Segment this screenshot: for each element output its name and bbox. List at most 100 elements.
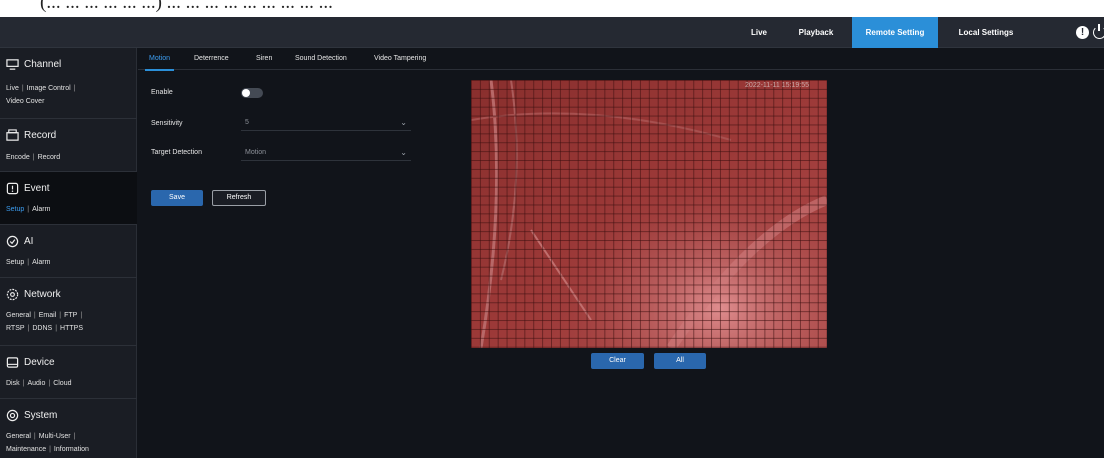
target-detection-select[interactable]: Motion ⌄ (241, 145, 411, 161)
link-system-general[interactable]: General (6, 433, 31, 440)
link-separator: | (21, 85, 24, 92)
target-detection-label: Target Detection (151, 149, 202, 156)
top-nav-bar: Live Playback Remote Setting Local Setti… (0, 17, 1104, 48)
link-video-cover[interactable]: Video Cover (6, 98, 44, 105)
link-maintenance[interactable]: Maintenance (6, 446, 46, 453)
ai-icon (6, 235, 19, 248)
link-audio[interactable]: Audio (27, 380, 45, 387)
main-content: Motion Deterrence Siren Sound Detection … (138, 48, 1104, 458)
clear-button[interactable]: Clear (591, 353, 644, 369)
link-separator: | (33, 433, 36, 440)
link-network-general[interactable]: General (6, 312, 31, 319)
link-rtsp[interactable]: RTSP (6, 325, 25, 332)
tab-motion[interactable]: Motion (144, 48, 175, 71)
sidebar-section-device: Device Disk | Audio | Cloud (0, 346, 137, 399)
link-encode[interactable]: Encode (6, 154, 30, 161)
event-tabs: Motion Deterrence Siren Sound Detection … (138, 48, 1104, 71)
sidebar-section-network: Network General | Email | FTP | RTSP | DDNS | HTT… (0, 278, 137, 346)
sensitivity-value: 5 (245, 119, 249, 126)
link-https[interactable]: HTTPS (60, 325, 83, 332)
chevron-down-icon: ⌄ (400, 118, 407, 127)
link-separator: | (33, 312, 36, 319)
event-links: Setup | Alarm (6, 203, 134, 216)
record-links: Encode | Record (6, 151, 134, 164)
refresh-button[interactable]: Refresh (212, 190, 266, 206)
link-ai-alarm[interactable]: Alarm (32, 259, 50, 266)
sidebar-section-ai: AI Setup | Alarm (0, 225, 137, 278)
enable-label: Enable (151, 89, 173, 96)
link-separator: | (27, 206, 30, 213)
caption-fragment: (... ... ... ... ... ...) ... ... ... ..… (40, 0, 333, 13)
link-separator: | (27, 259, 30, 266)
network-links: General | Email | FTP | RTSP | DDNS | HTTPS (6, 309, 134, 335)
link-ddns[interactable]: DDNS (32, 325, 52, 332)
link-multi-user[interactable]: Multi-User (39, 433, 71, 440)
motion-grid (471, 80, 827, 348)
sidebar-event-label: Event (24, 183, 50, 194)
nav-playback[interactable]: Playback (788, 17, 844, 48)
sensitivity-label: Sensitivity (151, 120, 183, 127)
device-icon (6, 357, 19, 368)
target-detection-value: Motion (245, 149, 267, 156)
motion-area-video[interactable]: 2022-11-11 15:19:55 (471, 80, 827, 348)
sidebar: Channel Live | Image Control | Video Cover … (0, 48, 137, 458)
link-channel-live[interactable]: Live (6, 85, 19, 92)
link-ai-setup[interactable]: Setup (6, 259, 24, 266)
power-icon[interactable] (1093, 24, 1104, 39)
sidebar-title-system[interactable]: System (6, 409, 57, 422)
link-separator: | (49, 446, 51, 453)
all-button[interactable]: All (654, 353, 706, 369)
nav-live[interactable]: Live (742, 17, 776, 48)
sidebar-title-ai[interactable]: AI (6, 235, 33, 248)
system-links: General | Multi-User | Maintenance | Informat… (6, 430, 134, 456)
link-cloud[interactable]: Cloud (53, 380, 71, 387)
chevron-down-icon: ⌄ (400, 148, 407, 157)
sidebar-title-device[interactable]: Device (6, 356, 55, 369)
sensitivity-select[interactable]: 5 ⌄ (241, 115, 411, 131)
sidebar-ai-label: AI (24, 236, 34, 247)
tab-video-tampering[interactable]: Video Tampering (374, 48, 426, 70)
save-button[interactable]: Save (151, 190, 203, 206)
link-separator: | (22, 380, 25, 387)
video-timestamp: 2022-11-11 15:19:55 (745, 82, 809, 89)
link-image-control[interactable]: Image Control (27, 85, 71, 92)
link-email[interactable]: Email (39, 312, 57, 319)
sidebar-title-network[interactable]: Network (6, 288, 61, 301)
link-separator: | (48, 380, 51, 387)
sidebar-section-channel: Channel Live | Image Control | Video Cover (0, 48, 137, 119)
network-icon (6, 288, 19, 301)
link-disk[interactable]: Disk (6, 380, 20, 387)
sidebar-system-label: System (24, 410, 58, 421)
tab-siren[interactable]: Siren (256, 48, 272, 70)
link-separator: | (59, 312, 62, 319)
sidebar-section-record: Record Encode | Record (0, 119, 137, 172)
sidebar-section-event: Event Setup | Alarm (0, 172, 137, 225)
channel-icon (6, 59, 19, 70)
ai-links: Setup | Alarm (6, 256, 134, 269)
link-event-alarm[interactable]: Alarm (32, 206, 50, 213)
device-links: Disk | Audio | Cloud (6, 377, 134, 390)
info-icon[interactable]: ! (1076, 26, 1089, 39)
link-ftp[interactable]: FTP (64, 312, 77, 319)
sidebar-device-label: Device (24, 357, 55, 368)
link-information[interactable]: Information (54, 446, 89, 453)
sidebar-channel-label: Channel (24, 59, 62, 70)
link-separator: | (73, 85, 76, 92)
sidebar-title-event[interactable]: Event (6, 182, 50, 195)
tab-sound-detection[interactable]: Sound Detection (295, 48, 347, 70)
enable-toggle[interactable] (241, 88, 263, 98)
link-separator: | (80, 312, 83, 319)
link-record[interactable]: Record (38, 154, 61, 161)
sidebar-title-record[interactable]: Record (6, 129, 56, 142)
caption-strip: (... ... ... ... ... ...) ... ... ... ..… (0, 0, 1104, 17)
sidebar-section-system: System General | Multi-User | Maintenance | I… (0, 399, 137, 458)
tab-deterrence[interactable]: Deterrence (194, 48, 229, 70)
link-separator: | (27, 325, 30, 332)
nav-local-settings[interactable]: Local Settings (944, 17, 1028, 48)
sidebar-title-channel[interactable]: Channel (6, 58, 61, 71)
channel-links: Live | Image Control | Video Cover (6, 82, 134, 108)
link-separator: | (32, 154, 35, 161)
nav-remote-setting[interactable]: Remote Setting (852, 17, 938, 48)
link-event-setup[interactable]: Setup (6, 206, 24, 213)
event-icon (6, 182, 19, 195)
